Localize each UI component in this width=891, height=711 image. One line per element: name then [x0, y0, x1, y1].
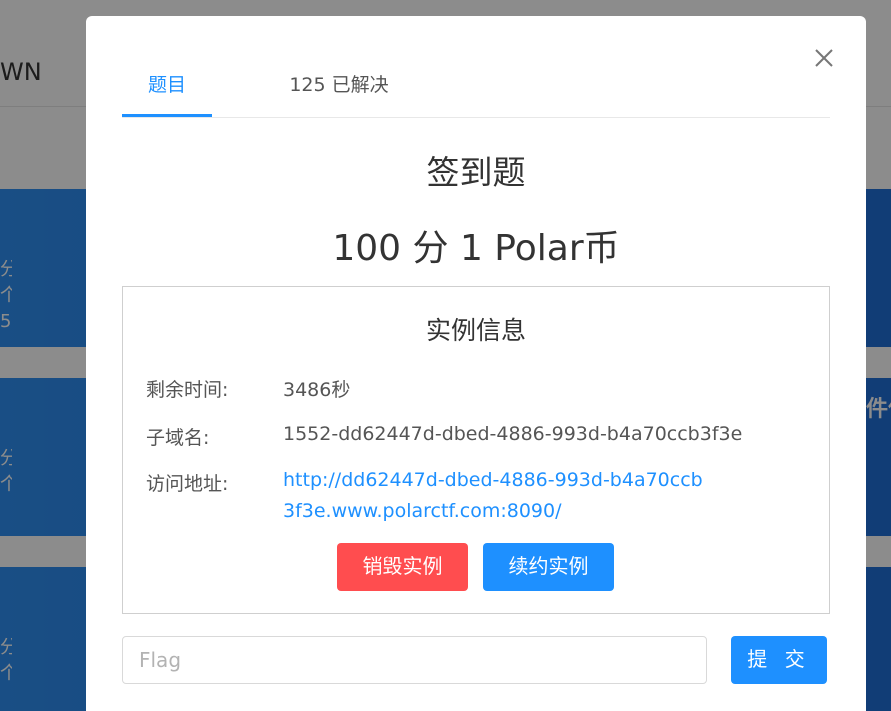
flag-input[interactable] — [122, 636, 707, 684]
access-address-label: 访问地址: — [146, 473, 229, 495]
remaining-time-value: 3486秒 — [283, 379, 351, 401]
subdomain-label: 子域名: — [146, 427, 210, 449]
submit-button[interactable]: 提 交 — [731, 636, 827, 684]
remaining-time-label: 剩余时间: — [146, 379, 229, 401]
tab-challenge[interactable]: 题目 — [122, 68, 212, 118]
challenge-title: 签到题 — [426, 153, 526, 192]
renew-instance-button[interactable]: 续约实例 — [483, 543, 614, 591]
access-address-link[interactable]: http://dd62447d-dbed-4886-993d-b4a70ccb3… — [283, 465, 703, 527]
tab-solved[interactable]: 125 已解决 — [274, 68, 404, 118]
destroy-instance-button[interactable]: 销毁实例 — [337, 543, 468, 591]
modal-tabs: 题目 125 已解决 — [122, 68, 830, 118]
points-line: 100 分 1 Polar币 — [332, 228, 620, 269]
subdomain-value: 1552-dd62447d-dbed-4886-993d-b4a70ccb3f3… — [283, 423, 743, 445]
instance-info-panel: 实例信息 剩余时间: 3486秒 子域名: 1552-dd62447d-dbed… — [122, 286, 830, 614]
instance-heading: 实例信息 — [425, 316, 526, 345]
challenge-modal: 题目 125 已解决 签到题 100 分 1 Polar币 实例信息 剩余时间:… — [86, 16, 866, 711]
active-tab-indicator — [122, 114, 212, 117]
